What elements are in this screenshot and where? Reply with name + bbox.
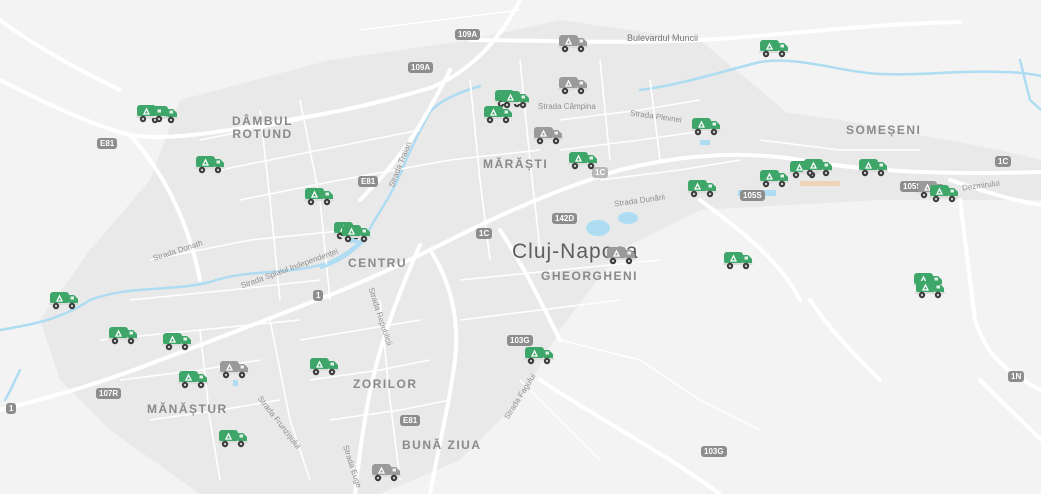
garbage-truck-icon [723, 252, 753, 270]
garbage-truck-marker[interactable] [523, 344, 555, 366]
garbage-truck-marker[interactable] [758, 167, 790, 189]
garbage-truck-icon [500, 91, 530, 109]
garbage-truck-marker[interactable] [758, 37, 790, 59]
garbage-truck-icon [219, 361, 249, 379]
garbage-truck-marker[interactable] [340, 222, 372, 244]
street-label-bulevardul-muncii: Bulevardul Muncii [627, 33, 699, 43]
district-label-someseni: SOMEȘENI [846, 123, 922, 137]
garbage-truck-marker[interactable] [722, 249, 754, 271]
garbage-truck-marker[interactable] [218, 358, 250, 380]
garbage-truck-icon [915, 281, 945, 299]
garbage-truck-marker[interactable] [857, 156, 889, 178]
garbage-truck-icon [606, 247, 636, 265]
district-label-dambul-rotund: DÂMBUL ROTUND [232, 115, 293, 141]
garbage-truck-marker[interactable] [802, 156, 834, 178]
garbage-truck-icon [858, 159, 888, 177]
garbage-truck-icon [371, 464, 401, 482]
garbage-truck-marker[interactable] [532, 124, 564, 146]
garbage-truck-marker[interactable] [135, 102, 167, 124]
road-shield-105s: 105S [740, 190, 765, 201]
garbage-truck-icon [162, 333, 192, 351]
garbage-truck-icon [195, 156, 225, 174]
garbage-truck-marker[interactable] [48, 289, 80, 311]
garbage-truck-icon [533, 127, 563, 145]
road-shield-1c-center: 1C [476, 228, 493, 239]
garbage-truck-icon [691, 118, 721, 136]
district-label-buna-ziua: BUNĂ ZIUA [402, 438, 482, 452]
garbage-truck-icon [309, 358, 339, 376]
district-label-marasti: MĂRĂȘTI [483, 157, 549, 171]
garbage-truck-icon [558, 77, 588, 95]
road-shield-142d: 142D [552, 213, 578, 224]
road-shield-109a-top: 109A [455, 29, 481, 40]
garbage-truck-marker[interactable] [303, 185, 335, 207]
garbage-truck-marker[interactable] [370, 461, 402, 483]
garbage-truck-icon [178, 371, 208, 389]
garbage-truck-icon [759, 170, 789, 188]
garbage-truck-marker[interactable] [605, 244, 637, 266]
district-label-centru: CENTRU [348, 256, 407, 270]
garbage-truck-icon [803, 159, 833, 177]
garbage-truck-marker[interactable] [217, 427, 249, 449]
road-shield-e81-center: E81 [358, 176, 379, 187]
garbage-truck-icon [108, 327, 138, 345]
garbage-truck-marker[interactable] [557, 74, 589, 96]
garbage-truck-icon [568, 152, 598, 170]
road-shield-e81-south: E81 [400, 415, 421, 426]
district-label-gheorgheni: GHEORGHENI [541, 269, 639, 283]
district-label-manastur: MĂNĂȘTUR [147, 402, 228, 416]
road-shield-1n: 1N [1008, 371, 1025, 382]
garbage-truck-marker[interactable] [107, 324, 139, 346]
road-shield-e81-west: E81 [97, 138, 118, 149]
district-label-rotund: ROTUND [232, 127, 293, 141]
garbage-truck-marker[interactable] [177, 368, 209, 390]
garbage-truck-icon [558, 35, 588, 53]
garbage-truck-icon [341, 225, 371, 243]
garbage-truck-icon [687, 180, 717, 198]
garbage-truck-icon [136, 105, 166, 123]
garbage-truck-marker[interactable] [567, 149, 599, 171]
road-shield-109a: 109A [408, 62, 434, 73]
garbage-truck-icon [218, 430, 248, 448]
road-shield-103g-south: 103G [701, 446, 727, 457]
garbage-truck-marker[interactable] [557, 32, 589, 54]
garbage-truck-marker[interactable] [928, 182, 960, 204]
garbage-truck-marker[interactable] [914, 278, 946, 300]
garbage-truck-marker[interactable] [686, 177, 718, 199]
garbage-truck-icon [759, 40, 789, 58]
garbage-truck-marker[interactable] [499, 88, 531, 110]
garbage-truck-icon [304, 188, 334, 206]
map-view[interactable]: DÂMBUL ROTUND MĂRĂȘTI SOMEȘENI CENTRU GH… [0, 0, 1041, 494]
garbage-truck-icon [524, 347, 554, 365]
road-shield-1c-east: 1C [995, 156, 1012, 167]
road-shield-107r: 107R [96, 388, 122, 399]
road-shield-1-west: 1 [6, 403, 17, 414]
garbage-truck-icon [929, 185, 959, 203]
street-label-campina: Strada Câmpina [538, 102, 596, 111]
garbage-truck-marker[interactable] [308, 355, 340, 377]
road-shield-1-center: 1 [313, 290, 324, 301]
garbage-truck-marker[interactable] [194, 153, 226, 175]
garbage-truck-marker[interactable] [161, 330, 193, 352]
garbage-truck-marker[interactable] [690, 115, 722, 137]
district-label-zorilor: ZORILOR [353, 377, 418, 391]
garbage-truck-icon [49, 292, 79, 310]
